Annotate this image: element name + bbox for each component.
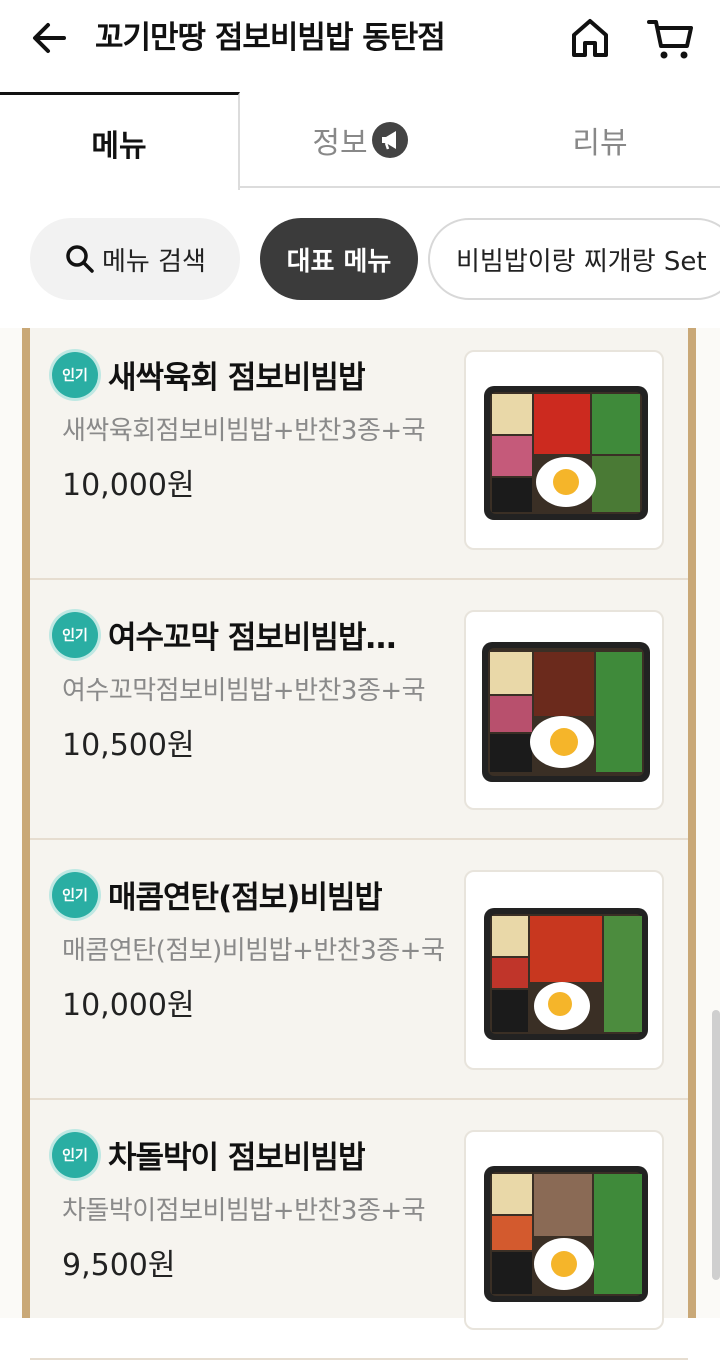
category-chip-representative[interactable]: 대표 메뉴 [260, 218, 418, 300]
tab-info[interactable]: 정보 [240, 92, 480, 188]
tab-menu-label: 메뉴 [91, 128, 147, 164]
menu-item-description: 차돌박이점보비빔밥+반찬3종+국 [62, 1196, 426, 1226]
store-title: 꼬기만땅 점보비빔밥 동탄점 [95, 20, 446, 56]
menu-item-price: 10,500원 [62, 728, 195, 763]
cart-icon [647, 20, 693, 59]
search-icon [66, 245, 94, 273]
tab-review[interactable]: 리뷰 [480, 92, 720, 188]
menu-item[interactable]: 인기 새싹육회 점보비빔밥 새싹육회점보비빔밥+반찬3종+국 10,000원 [30, 320, 688, 580]
tab-menu[interactable]: 메뉴 [0, 92, 240, 190]
menu-item-price: 10,000원 [62, 468, 195, 503]
menu-item-description: 매콤연탄(점보)비빔밥+반찬3종+국 [62, 936, 445, 966]
menu-item-name: 여수꼬막 점보비빔밥… [108, 620, 396, 656]
scrollbar[interactable] [712, 1010, 720, 1280]
tab-bar: 메뉴 정보 리뷰 [0, 92, 720, 190]
menu-item-name: 차돌박이 점보비빔밥 [108, 1140, 366, 1176]
frame-border-right [688, 328, 696, 1318]
menu-item-name: 매콤연탄(점보)비빔밥 [108, 880, 383, 916]
popular-badge: 인기 [52, 1132, 98, 1178]
popular-badge: 인기 [52, 352, 98, 398]
menu-item-price: 10,000원 [62, 988, 195, 1023]
arrow-left-icon [33, 23, 66, 53]
home-icon [572, 19, 608, 57]
home-button[interactable] [566, 14, 614, 62]
menu-item-name: 새싹육회 점보비빔밥 [108, 360, 366, 396]
menu-item-image [464, 610, 664, 810]
back-button[interactable] [28, 16, 72, 60]
popular-badge: 인기 [52, 872, 98, 918]
category-chip-set[interactable]: 비빔밥이랑 찌개랑 Set [428, 218, 720, 300]
menu-item-image [464, 1130, 664, 1330]
menu-item-description: 새싹육회점보비빔밥+반찬3종+국 [62, 416, 426, 446]
menu-item[interactable]: 인기 여수꼬막 점보비빔밥… 여수꼬막점보비빔밥+반찬3종+국 10,500원 [30, 580, 688, 840]
menu-search-label: 메뉴 검색 [102, 246, 206, 277]
app-header: 꼬기만땅 점보비빔밥 동탄점 [0, 0, 720, 78]
category-chip-label: 대표 메뉴 [286, 246, 392, 277]
menu-item[interactable]: 인기 매콤연탄(점보)비빔밥 매콤연탄(점보)비빔밥+반찬3종+국 10,000… [30, 840, 688, 1100]
menu-item-image [464, 350, 664, 550]
menu-item-description: 여수꼬막점보비빔밥+반찬3종+국 [62, 676, 426, 706]
category-chip-label: 비빔밥이랑 찌개랑 Set [456, 246, 707, 277]
menu-item[interactable]: 인기 차돌박이 점보비빔밥 차돌박이점보비빔밥+반찬3종+국 9,500원 [30, 1100, 688, 1360]
popular-badge: 인기 [52, 612, 98, 658]
tab-info-label: 정보 [312, 126, 368, 161]
cart-button[interactable] [645, 14, 697, 62]
menu-search-button[interactable]: 메뉴 검색 [30, 218, 240, 300]
menu-item-price: 9,500원 [62, 1248, 176, 1283]
frame-border-left [22, 328, 30, 1318]
menu-item-image [464, 870, 664, 1070]
tab-review-label: 리뷰 [572, 126, 628, 161]
megaphone-icon [371, 122, 408, 158]
